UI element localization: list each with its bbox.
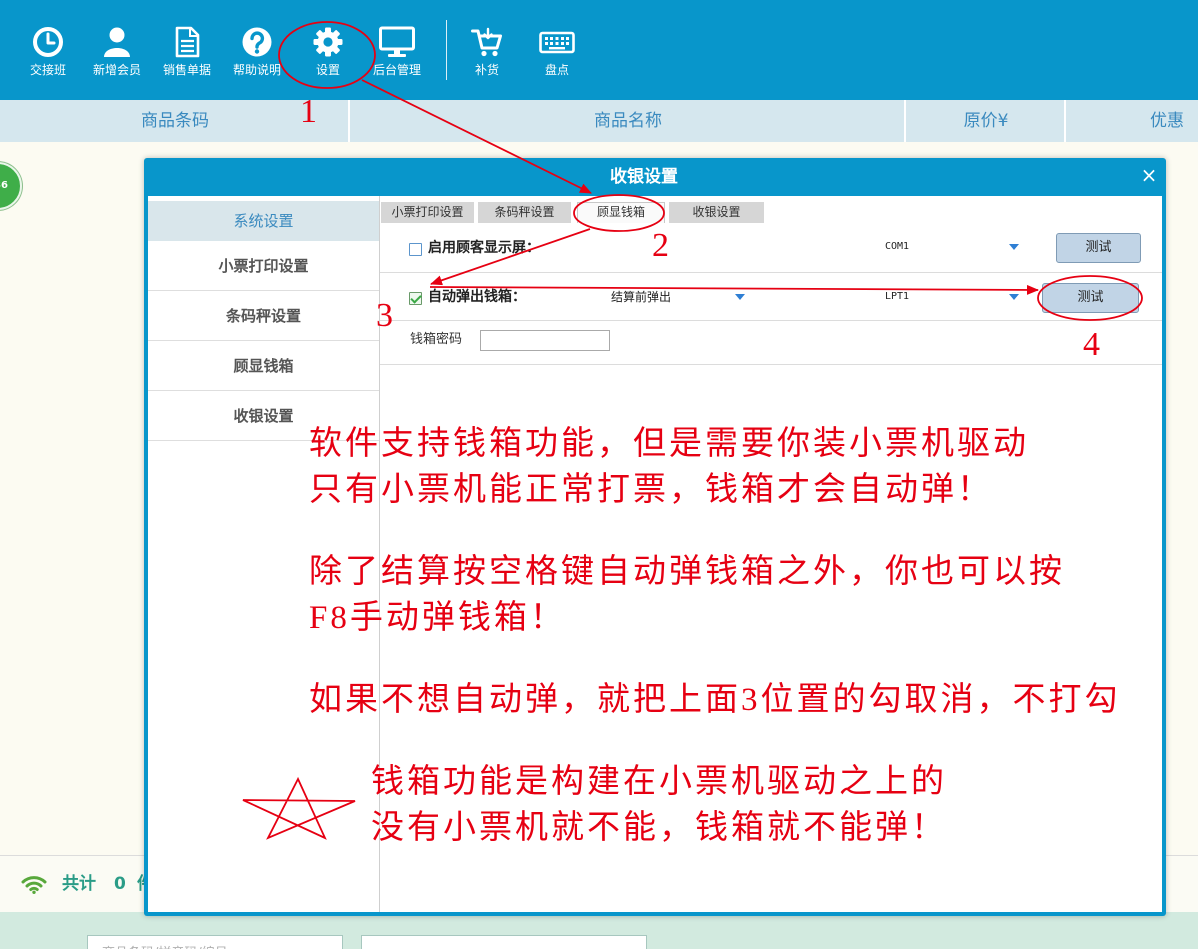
annotation-note: 钱箱功能是构建在小票机驱动之上的 bbox=[371, 764, 947, 800]
cash-drawer-port-value: LPT1 bbox=[885, 291, 910, 302]
tab-receipt-print[interactable]: 小票打印设置 bbox=[381, 202, 474, 223]
cash-drawer-trigger-value: 结算前弹出 bbox=[611, 290, 672, 304]
cash-drawer-row: 自动弹出钱箱： 结算前弹出 LPT1 测试 bbox=[380, 273, 1162, 321]
customer-display-test-button[interactable]: 测试 bbox=[1056, 233, 1141, 263]
customer-display-port-select[interactable]: COM1 bbox=[880, 234, 1025, 260]
cashier-settings-dialog: 收银设置 × 系统设置 小票打印设置 条码秤设置 顾显钱箱 收银设置 小票打印设… bbox=[144, 158, 1166, 916]
annotation-note: F8手动弹钱箱！ bbox=[309, 600, 566, 636]
barcode-input[interactable] bbox=[88, 936, 342, 949]
toolbar-label: 设置 bbox=[315, 63, 340, 77]
toolbar-shift-handover-button[interactable]: 交接班 bbox=[13, 0, 83, 100]
main-toolbar: 交接班 新增会员 销售单据 帮助说明 设置 后台管理 补货 盘点 bbox=[0, 0, 1198, 100]
toolbar-help-button[interactable]: 帮助说明 bbox=[222, 0, 292, 100]
column-header-discount: 优惠 bbox=[1064, 100, 1198, 142]
toolbar-sales-records-button[interactable]: 销售单据 bbox=[152, 0, 222, 100]
annotation-note: 软件支持钱箱功能，但是需要你装小票机驱动 bbox=[309, 426, 1029, 462]
secondary-input[interactable] bbox=[362, 936, 646, 949]
wifi-icon bbox=[21, 874, 47, 894]
annotation-note: 只有小票机能正常打票，钱箱才会自动弹！ bbox=[309, 472, 993, 508]
toolbar-label: 帮助说明 bbox=[232, 63, 281, 77]
sidebar-item-receipt-print[interactable]: 小票打印设置 bbox=[148, 241, 379, 291]
cash-drawer-trigger-select[interactable]: 结算前弹出 bbox=[606, 284, 751, 310]
toolbar-label: 盘点 bbox=[544, 63, 569, 77]
input-bar bbox=[0, 912, 1198, 949]
help-icon bbox=[241, 26, 273, 58]
annotation-note: 如果不想自动弹，就把上面3位置的勾取消，不打勾 bbox=[309, 682, 1121, 718]
toolbar-restock-button[interactable]: 补货 bbox=[452, 0, 522, 100]
cash-drawer-port-select[interactable]: LPT1 bbox=[880, 284, 1025, 310]
annotation-step-3: 3 bbox=[376, 297, 393, 334]
secondary-input-box[interactable] bbox=[361, 935, 647, 949]
toolbar-add-member-button[interactable]: 新增会员 bbox=[82, 0, 152, 100]
clock-icon bbox=[32, 26, 64, 58]
pos-cashier-window: 交接班 新增会员 销售单据 帮助说明 设置 后台管理 补货 盘点 商品条码 商品… bbox=[0, 0, 1198, 949]
column-header-product-name: 商品名称 bbox=[348, 100, 906, 142]
toolbar-inventory-check-button[interactable]: 盘点 bbox=[522, 0, 592, 100]
tab-display-cashbox[interactable]: 顾显钱箱 bbox=[577, 202, 665, 223]
auto-open-cash-drawer-label: 自动弹出钱箱： bbox=[428, 289, 526, 305]
auto-open-cash-drawer-checkbox[interactable] bbox=[409, 292, 422, 305]
cart-icon bbox=[471, 26, 503, 58]
annotation-step-4: 4 bbox=[1083, 326, 1100, 363]
sidebar-item-display-cashbox[interactable]: 顾显钱箱 bbox=[148, 341, 379, 391]
total-label: 共计 bbox=[62, 874, 96, 894]
sidebar-header: 系统设置 bbox=[148, 201, 379, 241]
product-table-header: 商品条码 商品名称 原价¥ 优惠 bbox=[0, 100, 1198, 142]
sidebar-item-barcode-scale[interactable]: 条码秤设置 bbox=[148, 291, 379, 341]
customer-display-row: 启用顾客显示屏： COM1 测试 bbox=[380, 223, 1162, 273]
toolbar-label: 补货 bbox=[474, 63, 499, 77]
toolbar-label: 交接班 bbox=[29, 63, 66, 77]
barcode-input-box[interactable] bbox=[87, 935, 343, 949]
total-count: 0 bbox=[114, 874, 126, 894]
customer-display-port-value: COM1 bbox=[885, 241, 910, 252]
cash-drawer-password-label: 钱箱密码 bbox=[410, 332, 463, 347]
annotation-note: 没有小票机就不能，钱箱就不能弹！ bbox=[371, 810, 947, 846]
gear-icon bbox=[312, 26, 344, 58]
cash-drawer-password-row: 钱箱密码 bbox=[380, 321, 1162, 365]
close-icon[interactable]: × bbox=[1137, 163, 1161, 187]
toolbar-backend-admin-button[interactable]: 后台管理 bbox=[362, 0, 432, 100]
column-header-barcode: 商品条码 bbox=[141, 111, 209, 131]
toolbar-label: 后台管理 bbox=[372, 63, 421, 77]
toolbar-label: 新增会员 bbox=[92, 63, 141, 77]
chevron-down-icon bbox=[1009, 294, 1019, 300]
annotation-step-1: 1 bbox=[300, 93, 317, 130]
customer-display-checkbox[interactable] bbox=[409, 243, 422, 256]
toolbar-label: 销售单据 bbox=[162, 63, 211, 77]
user-icon bbox=[101, 26, 133, 58]
cash-drawer-password-input[interactable] bbox=[480, 330, 610, 351]
monitor-icon bbox=[379, 26, 415, 58]
dialog-title: 收银设置 bbox=[610, 167, 678, 187]
tab-cashier[interactable]: 收银设置 bbox=[669, 202, 764, 223]
toolbar-settings-button[interactable]: 设置 bbox=[293, 0, 363, 100]
annotation-note: 除了结算按空格键自动弹钱箱之外，你也可以按 bbox=[309, 554, 1065, 590]
annotation-step-2: 2 bbox=[652, 227, 669, 264]
document-icon bbox=[171, 26, 203, 58]
customer-display-label: 启用顾客显示屏： bbox=[428, 240, 540, 256]
column-header-original-price: 原价¥ bbox=[904, 100, 1066, 142]
tab-barcode-scale[interactable]: 条码秤设置 bbox=[478, 202, 571, 223]
keyboard-icon bbox=[539, 26, 575, 58]
cash-drawer-test-button[interactable]: 测试 bbox=[1042, 283, 1139, 313]
chevron-down-icon bbox=[1009, 244, 1019, 250]
chevron-down-icon bbox=[735, 294, 745, 300]
